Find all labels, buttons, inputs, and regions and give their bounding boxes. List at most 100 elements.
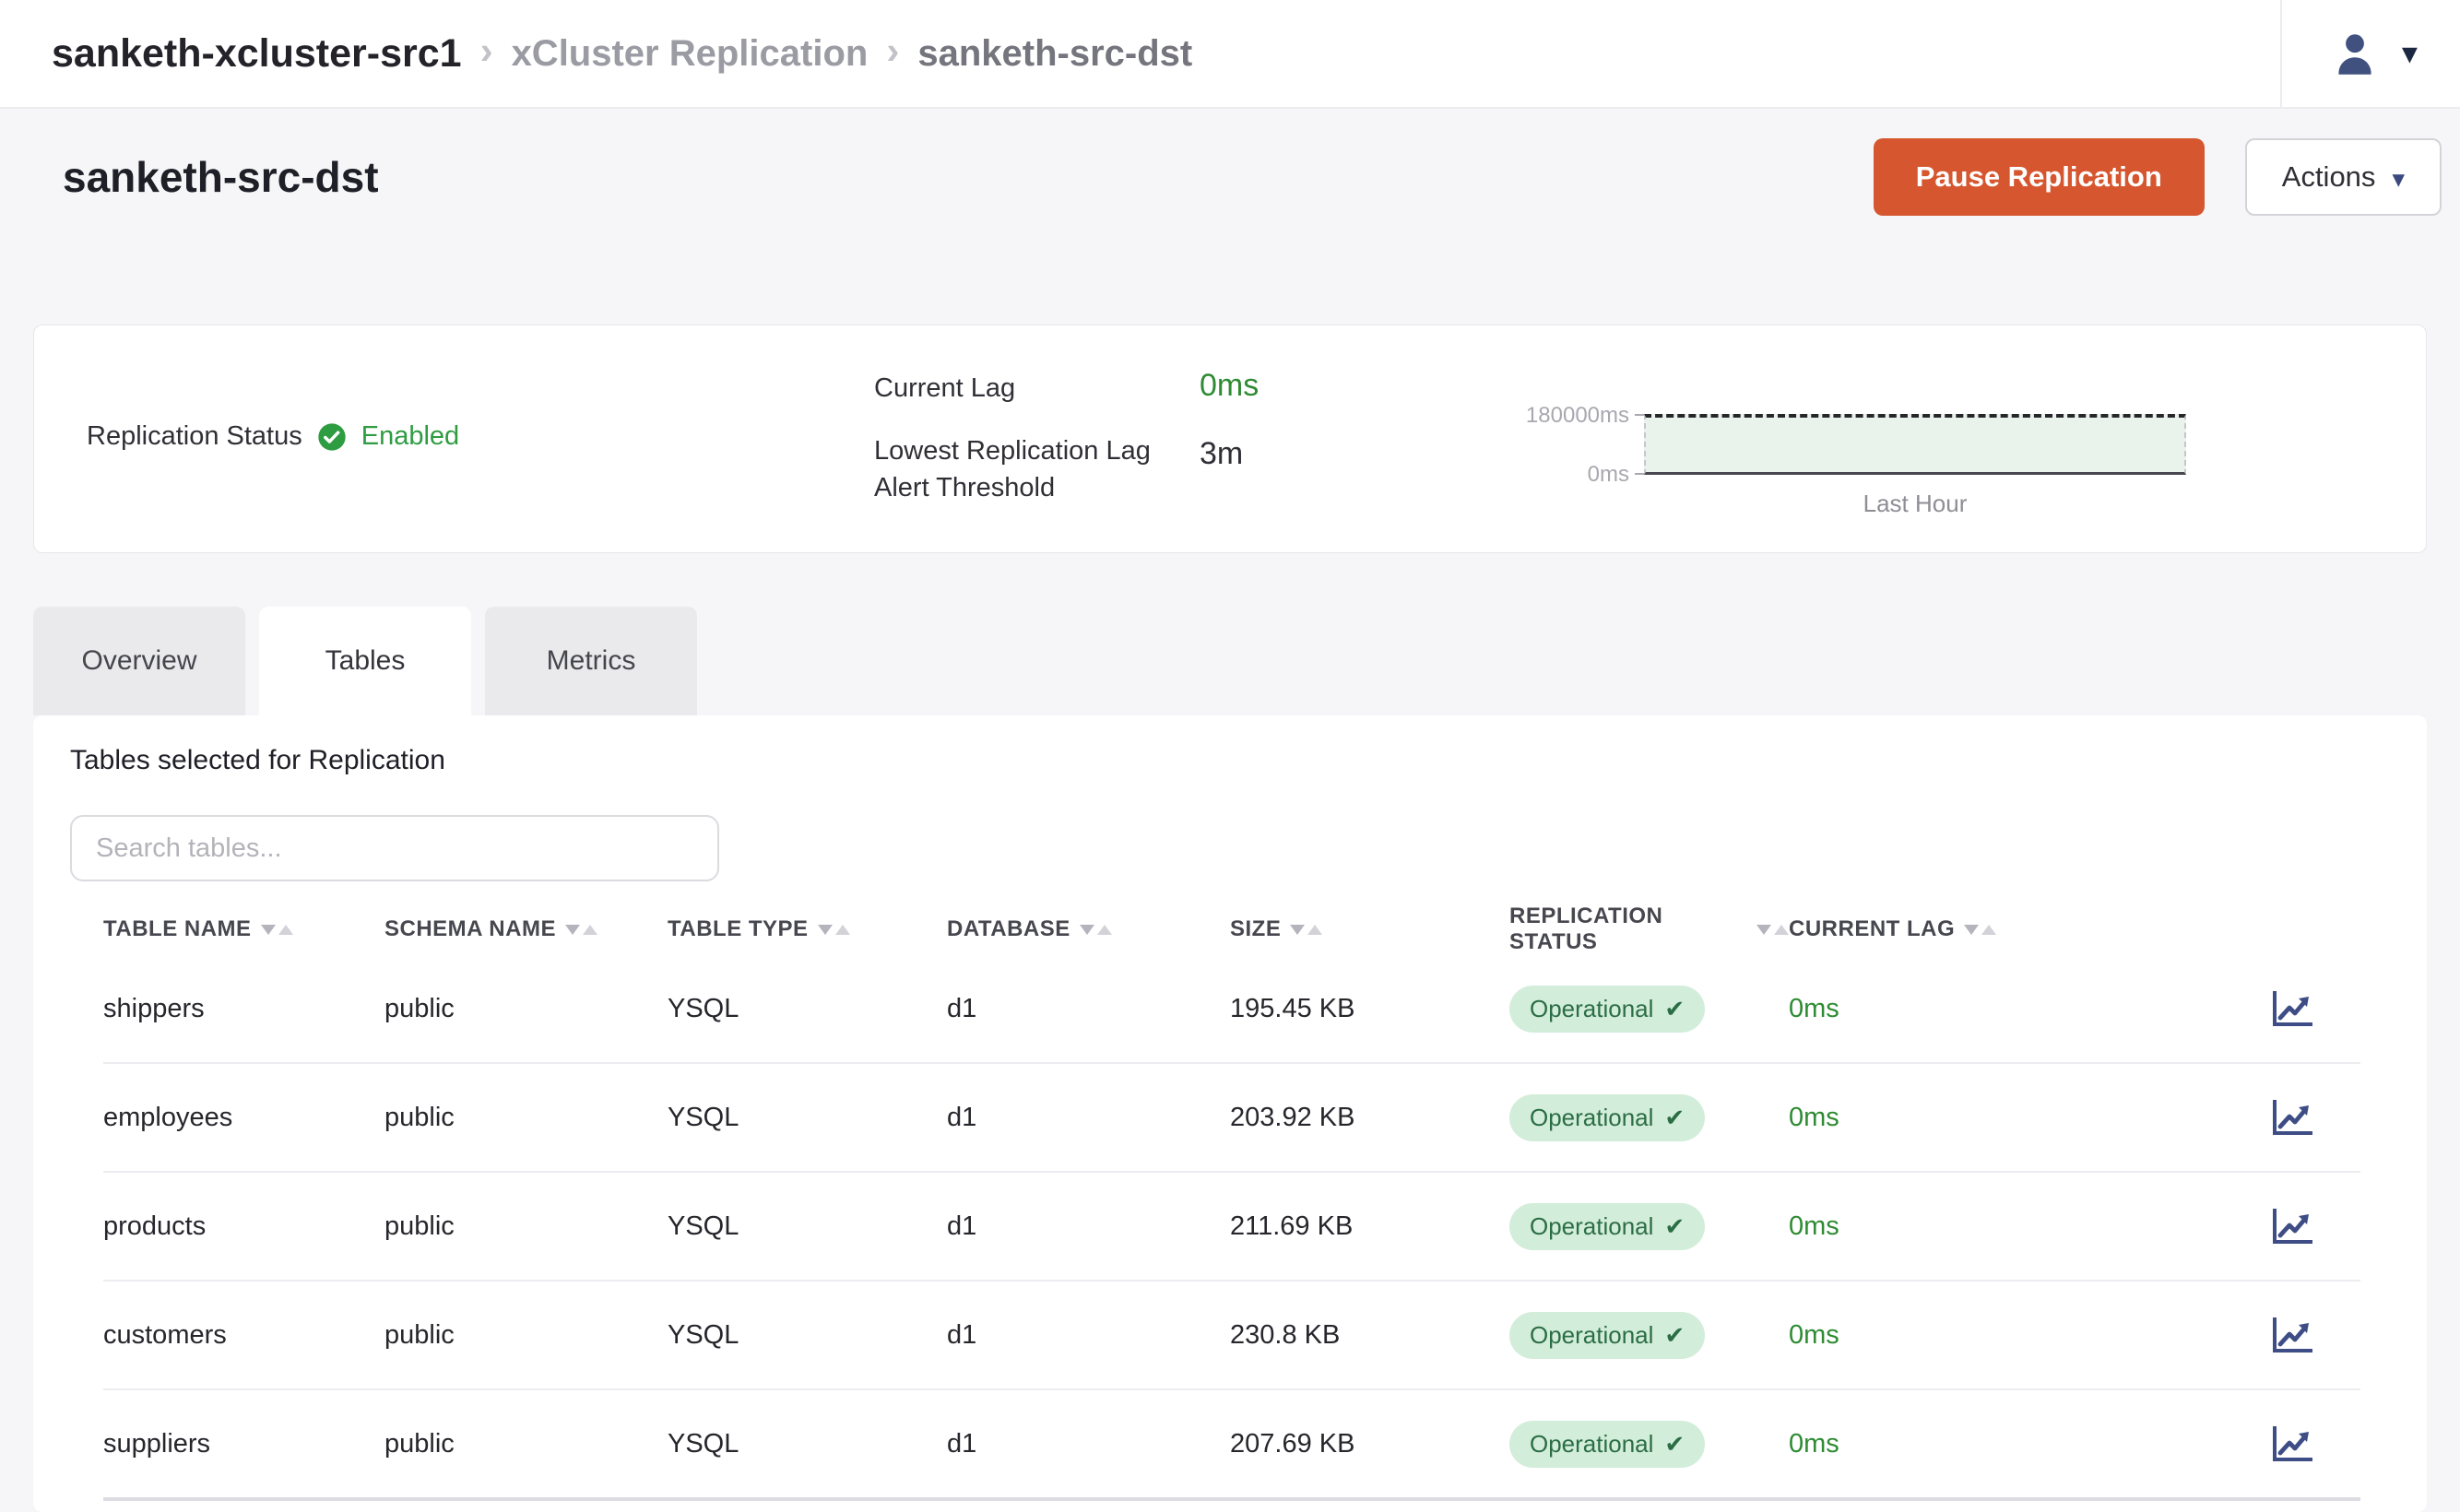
operational-check-icon: ✔ [1664, 1212, 1685, 1241]
actions-button-label: Actions [2282, 160, 2376, 194]
status-badge: Operational ✔ [1509, 1312, 1705, 1359]
cell-table-type: YSQL [668, 1320, 947, 1351]
current-lag-value: 0ms [1200, 368, 1259, 404]
lag-graph-icon[interactable] [2270, 1097, 2314, 1138]
lag-graph-icon[interactable] [2270, 1206, 2314, 1246]
replication-tables-table: TABLE NAME SCHEMA NAME TABLE TYPE DATABA… [103, 904, 2360, 1501]
breadcrumb-current: sanketh-src-dst [917, 33, 1192, 75]
cell-table-name: employees [103, 1103, 384, 1133]
operational-check-icon: ✔ [1664, 1104, 1685, 1132]
page-header-actions: Pause Replication Actions ▾ [1874, 138, 2442, 216]
table-row: suppliers public YSQL d1 207.69 KB Opera… [103, 1390, 2360, 1501]
actions-dropdown-button[interactable]: Actions ▾ [2245, 138, 2442, 216]
alert-threshold-label-line2: Alert Threshold [874, 473, 1055, 503]
tab-metrics[interactable]: Metrics [485, 607, 697, 715]
lag-chart-ymax-label: 180000ms [1482, 403, 1629, 429]
detail-tabs: Overview Tables Metrics [33, 607, 697, 715]
cell-current-lag: 0ms [1789, 1320, 2028, 1351]
cell-current-lag: 0ms [1789, 1211, 2028, 1242]
cell-database: d1 [947, 1320, 1230, 1351]
cell-table-type: YSQL [668, 1103, 947, 1133]
cell-size: 195.45 KB [1230, 994, 1509, 1024]
check-circle-icon [317, 422, 347, 452]
lag-chart-ymin-label: 0ms [1482, 462, 1629, 488]
cell-schema-name: public [384, 1103, 668, 1133]
breadcrumb-separator-icon: › [886, 29, 899, 73]
cell-current-lag: 0ms [1789, 1103, 2028, 1133]
lag-chart-area [1644, 414, 2186, 475]
cell-current-lag: 0ms [1789, 994, 2028, 1024]
user-icon [2330, 29, 2380, 78]
table-header-row: TABLE NAME SCHEMA NAME TABLE TYPE DATABA… [103, 904, 2360, 955]
cell-table-name: suppliers [103, 1429, 384, 1459]
cell-database: d1 [947, 1211, 1230, 1242]
tables-panel: Tables selected for Replication TABLE NA… [33, 715, 2427, 1512]
cell-table-type: YSQL [668, 994, 947, 1024]
column-header-replication-status[interactable]: REPLICATION STATUS [1509, 904, 1789, 955]
alert-threshold-label-line1: Lowest Replication Lag [874, 436, 1151, 467]
cell-size: 203.92 KB [1230, 1103, 1509, 1133]
status-badge: Operational ✔ [1509, 1094, 1705, 1141]
cell-schema-name: public [384, 1429, 668, 1459]
cell-schema-name: public [384, 1320, 668, 1351]
chevron-down-icon: ▾ [2392, 167, 2405, 192]
user-caret-icon: ▾ [2402, 38, 2418, 69]
lag-graph-icon[interactable] [2270, 988, 2314, 1029]
cell-table-name: products [103, 1211, 384, 1242]
table-row: customers public YSQL d1 230.8 KB Operat… [103, 1282, 2360, 1390]
alert-threshold-value: 3m [1200, 436, 1243, 472]
replication-status-value: Enabled [361, 421, 459, 452]
operational-check-icon: ✔ [1664, 995, 1685, 1023]
panel-heading: Tables selected for Replication [70, 745, 2427, 776]
lag-chart-xlabel: Last Hour [1644, 490, 2186, 518]
column-header-current-lag[interactable]: CURRENT LAG [1789, 916, 2028, 942]
breadcrumb-universe[interactable]: sanketh-xcluster-src1 [52, 31, 462, 77]
sort-icon [1964, 925, 1996, 935]
cell-size: 230.8 KB [1230, 1320, 1509, 1351]
column-header-size[interactable]: SIZE [1230, 916, 1509, 942]
cell-table-type: YSQL [668, 1211, 947, 1242]
cell-table-name: shippers [103, 994, 384, 1024]
sort-icon [565, 925, 597, 935]
tab-overview[interactable]: Overview [33, 607, 245, 715]
column-header-database[interactable]: DATABASE [947, 916, 1230, 942]
cell-database: d1 [947, 1103, 1230, 1133]
cell-table-type: YSQL [668, 1429, 947, 1459]
operational-check-icon: ✔ [1664, 1321, 1685, 1350]
sort-icon [1080, 925, 1112, 935]
tab-tables[interactable]: Tables [259, 607, 471, 715]
cell-size: 211.69 KB [1230, 1211, 1509, 1242]
lag-graph-icon[interactable] [2270, 1423, 2314, 1464]
status-badge: Operational ✔ [1509, 1421, 1705, 1468]
breadcrumb-section[interactable]: xCluster Replication [512, 33, 869, 75]
top-navigation-bar: sanketh-xcluster-src1 › xCluster Replica… [0, 0, 2460, 109]
cell-database: d1 [947, 994, 1230, 1024]
status-badge: Operational ✔ [1509, 1203, 1705, 1250]
cell-schema-name: public [384, 994, 668, 1024]
page-header: sanketh-src-dst Pause Replication Action… [63, 138, 2442, 216]
column-header-schema-name[interactable]: SCHEMA NAME [384, 916, 668, 942]
sort-icon [261, 925, 293, 935]
sort-icon [1756, 925, 1789, 935]
page-title: sanketh-src-dst [63, 152, 379, 202]
search-input[interactable] [70, 815, 719, 881]
table-row: products public YSQL d1 211.69 KB Operat… [103, 1173, 2360, 1282]
pause-replication-button[interactable]: Pause Replication [1874, 138, 2205, 216]
replication-status-label: Replication Status [87, 421, 302, 452]
cell-schema-name: public [384, 1211, 668, 1242]
cell-size: 207.69 KB [1230, 1429, 1509, 1459]
user-menu-button[interactable]: ▾ [2280, 0, 2427, 108]
sort-icon [818, 925, 850, 935]
lag-graph-icon[interactable] [2270, 1315, 2314, 1355]
operational-check-icon: ✔ [1664, 1430, 1685, 1459]
breadcrumb: sanketh-xcluster-src1 › xCluster Replica… [52, 31, 1192, 77]
current-lag-label: Current Lag [874, 373, 1015, 404]
sort-icon [1290, 925, 1322, 935]
cell-current-lag: 0ms [1789, 1429, 2028, 1459]
column-header-table-type[interactable]: TABLE TYPE [668, 916, 947, 942]
table-row: employees public YSQL d1 203.92 KB Opera… [103, 1064, 2360, 1173]
replication-status-card: Replication Status Enabled Current Lag 0… [33, 325, 2427, 553]
column-header-table-name[interactable]: TABLE NAME [103, 916, 384, 942]
status-badge: Operational ✔ [1509, 986, 1705, 1033]
breadcrumb-separator-icon: › [480, 29, 493, 73]
